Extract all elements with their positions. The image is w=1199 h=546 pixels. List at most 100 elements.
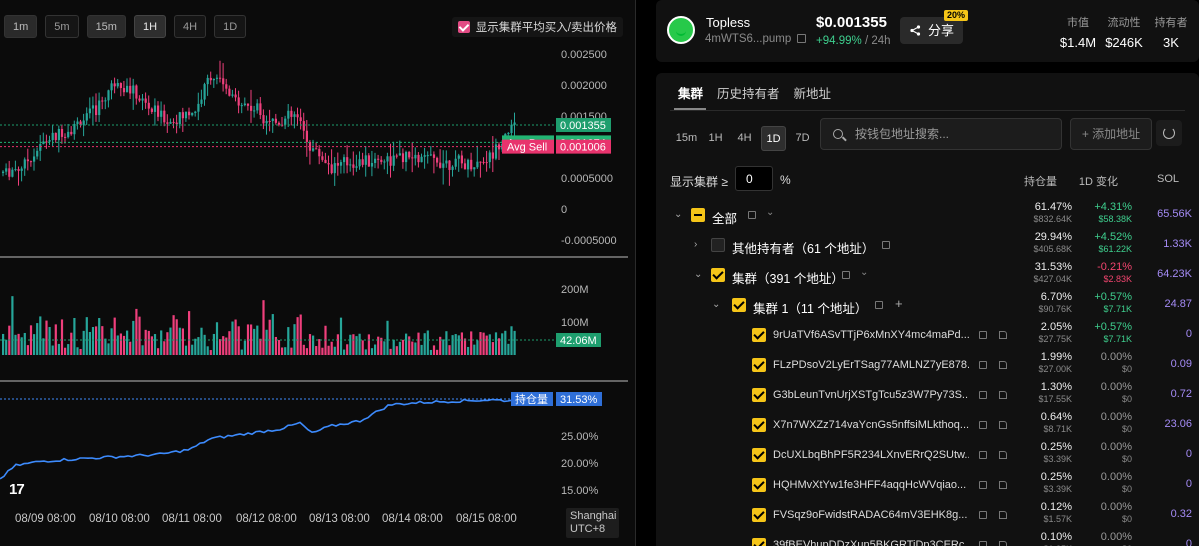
copy-icon[interactable]: [979, 451, 987, 459]
holding-percent: 0.25%: [1040, 441, 1072, 453]
column-header-holding[interactable]: 持仓量: [1024, 173, 1057, 189]
row-checkbox[interactable]: [752, 478, 766, 492]
copy-icon[interactable]: [797, 34, 807, 43]
row-checkbox[interactable]: [752, 328, 766, 342]
external-link-icon[interactable]: [999, 451, 1007, 459]
share-reward-badge: 20%: [944, 10, 969, 21]
copy-icon[interactable]: [979, 421, 987, 429]
wallet-row[interactable]: HQHMvXtYw1fe3HFF4aqqHcWVqiao... 0.25% $3…: [656, 470, 1199, 500]
timeframe-5m[interactable]: 5m: [45, 15, 79, 38]
volume-bar: [237, 326, 240, 355]
volume-bar: [339, 317, 343, 355]
price-change: +94.99% / 24h: [816, 35, 891, 47]
period-4h[interactable]: 4H: [732, 126, 757, 151]
external-link-icon[interactable]: [999, 361, 1007, 369]
wallet-row[interactable]: FVSqz9oFwidstRADAC64mV3EHK8g... 0.12% $1…: [656, 500, 1199, 530]
volume-bar: [262, 300, 265, 355]
row-checkbox[interactable]: [711, 268, 725, 282]
volume-bar: [321, 347, 324, 355]
external-link-icon[interactable]: [999, 481, 1007, 489]
copy-icon[interactable]: [875, 301, 883, 309]
wallet-row[interactable]: 39fBEVhupDDzXun5BKGRTiDp3CERc... 0.10% $…: [656, 530, 1199, 546]
wallet-row[interactable]: X7n7WXZz714vaYcnGs5nffsiMLkthoq... 0.64%…: [656, 410, 1199, 440]
copy-icon[interactable]: [979, 331, 987, 339]
price-chart[interactable]: 0.0025000.0020000.0015000.0010000.000500…: [0, 0, 636, 546]
copy-icon[interactable]: [979, 541, 987, 546]
wallet-row[interactable]: DcUXLbqBhPF5R234LXnvERrQ2SUtw... 0.25% $…: [656, 440, 1199, 470]
timezone-button[interactable]: Shanghai UTC+8: [566, 508, 619, 538]
cluster-group-row[interactable]: › 其他持有者（61 个地址） 29.94% $405.68K +4.52% $6…: [656, 230, 1199, 260]
timeframe-1h[interactable]: 1H: [133, 15, 167, 38]
timeframe-15m[interactable]: 15m: [86, 15, 126, 38]
row-checkbox[interactable]: [691, 208, 705, 222]
add-address-button[interactable]: + 添加地址: [1070, 118, 1152, 150]
row-checkbox[interactable]: [752, 358, 766, 372]
tab-new-addresses[interactable]: 新地址: [794, 83, 832, 108]
volume-bar: [67, 344, 70, 355]
column-header-sol[interactable]: SOL: [1157, 173, 1179, 185]
timeframe-1m[interactable]: 1m: [4, 15, 38, 38]
tradingview-logo[interactable]: 17: [9, 481, 25, 498]
copy-icon[interactable]: [979, 391, 987, 399]
row-checkbox[interactable]: [732, 298, 746, 312]
copy-icon[interactable]: [842, 271, 850, 279]
share-button[interactable]: 分享: [900, 17, 963, 44]
checkbox-checked-icon[interactable]: [457, 21, 470, 33]
holding-percent: 0.25%: [1040, 471, 1072, 483]
timeframe-1d[interactable]: 1D: [214, 15, 247, 38]
wallet-row[interactable]: 9rUaTVf6ASvTTjP6xMnXY4mc4maPd... 2.05% $…: [656, 320, 1199, 350]
tab-clusters[interactable]: 集群: [678, 83, 703, 108]
volume-bar: [343, 349, 346, 355]
external-link-icon[interactable]: [999, 511, 1007, 519]
row-checkbox[interactable]: [711, 238, 725, 252]
row-checkbox[interactable]: [752, 508, 766, 522]
external-link-icon[interactable]: [999, 331, 1007, 339]
filter-threshold-input[interactable]: [735, 166, 773, 191]
expand-chevron-icon[interactable]: ⌄: [712, 299, 720, 310]
row-checkbox[interactable]: [752, 448, 766, 462]
external-link-icon[interactable]: [999, 541, 1007, 546]
row-checkbox[interactable]: [752, 538, 766, 546]
wallet-search-input[interactable]: [855, 127, 1055, 141]
copy-icon[interactable]: [979, 361, 987, 369]
column-header-change[interactable]: 1D 变化: [1079, 173, 1118, 189]
cluster-group-row[interactable]: ⌄ 全部 ⌄ 61.47% $832.64K +4.31% $58.38K 65.56…: [656, 200, 1199, 230]
add-icon[interactable]: +: [895, 296, 903, 311]
copy-icon[interactable]: [748, 211, 756, 219]
expand-chevron-icon[interactable]: ⌄: [674, 209, 682, 220]
expand-chevron-icon[interactable]: ⌄: [694, 269, 702, 280]
cluster-group-row[interactable]: ⌄ 集群 1（11 个地址） + 6.70% $90.76K +0.57% $7.7…: [656, 290, 1199, 320]
volume-bar: [253, 328, 256, 355]
volume-bar: [426, 330, 429, 355]
collapse-icon[interactable]: ⌄: [860, 267, 868, 278]
timeframe-4h[interactable]: 4H: [174, 15, 207, 38]
copy-icon[interactable]: [979, 481, 987, 489]
volume-bar: [284, 347, 287, 355]
wallet-row[interactable]: FLzPDsoV2LyErTSag77AMLNZ7yE878... 1.99% …: [656, 350, 1199, 380]
holding-line: [0, 398, 517, 480]
candle-body: [333, 163, 336, 174]
external-link-icon[interactable]: [999, 421, 1007, 429]
copy-icon[interactable]: [882, 241, 890, 249]
period-1h[interactable]: 1H: [703, 126, 728, 151]
expand-chevron-icon[interactable]: ›: [694, 239, 697, 250]
row-checkbox[interactable]: [752, 388, 766, 402]
external-link-icon[interactable]: [999, 391, 1007, 399]
chart-panel[interactable]: 0.0025000.0020000.0015000.0010000.000500…: [0, 0, 636, 546]
tab-history-holders[interactable]: 历史持有者: [717, 83, 780, 108]
row-checkbox[interactable]: [752, 418, 766, 432]
refresh-icon[interactable]: [1156, 120, 1182, 146]
candle-body: [429, 154, 432, 156]
candle-body: [181, 112, 184, 119]
cluster-group-row[interactable]: ⌄ 集群（391 个地址） ⌄ 31.53% $427.04K -0.21% $2.…: [656, 260, 1199, 290]
period-1d[interactable]: 1D: [761, 126, 786, 151]
avg-price-toggle[interactable]: 显示集群平均买入/卖出价格: [451, 17, 623, 37]
holding-label: 持仓量: [515, 392, 548, 406]
wallet-row[interactable]: G3bLeunTvnUrjXSTgTcu5z3W7Py73S... 1.30% …: [656, 380, 1199, 410]
sol-cell: 23.06: [1164, 418, 1192, 430]
period-15m[interactable]: 15m: [674, 126, 699, 151]
copy-icon[interactable]: [979, 511, 987, 519]
period-7d[interactable]: 7D: [790, 126, 815, 151]
collapse-icon[interactable]: ⌄: [766, 207, 774, 218]
tabs-divider: [670, 110, 1185, 111]
